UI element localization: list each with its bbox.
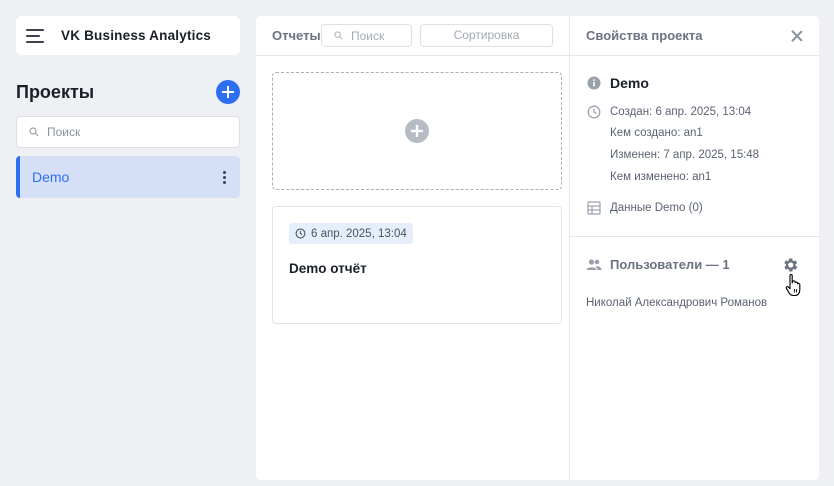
data-label[interactable]: Данные Demo (0) [610,202,703,214]
app-title: VK Business Analytics [61,28,212,43]
menu-icon[interactable] [26,28,46,43]
more-vertical-icon[interactable] [223,170,226,184]
users-title: Пользователи — 1 [610,257,730,272]
report-date: 6 апр. 2025, 13:04 [311,227,407,240]
reports-search-input[interactable] [351,28,411,43]
modified-by-row: Кем изменено: an1 [610,171,711,183]
reports-toolbar: Отчеты Сортировка [256,16,569,56]
created-row: Создан: 6 апр. 2025, 13:04 [586,105,751,119]
properties-header: Свойства проекта [570,16,819,56]
created-text: Создан: 6 апр. 2025, 13:04 [610,106,752,118]
project-name: Demo [610,75,649,91]
projects-header: Проекты [16,80,240,104]
projects-title: Проекты [16,81,95,102]
plus-icon [222,86,234,98]
new-report-button[interactable] [272,72,562,190]
reports-search [321,24,412,47]
report-date-badge: 6 апр. 2025, 13:04 [289,223,413,244]
reports-column: Отчеты Сортировка [256,16,569,480]
users-header: Пользователи — 1 [586,257,730,272]
report-name: Demo отчёт [289,261,367,276]
sort-select[interactable]: Сортировка [420,24,553,47]
created-by-text: Кем создано: an1 [610,127,703,139]
hand-cursor-icon [785,273,803,304]
project-item-demo[interactable]: Demo [16,156,240,198]
properties-title: Свойства проекта [586,28,703,43]
info-icon [587,76,601,90]
search-icon [334,31,343,40]
divider [570,236,820,237]
main-panel: Отчеты Сортировка [256,16,820,480]
clock-icon [295,228,306,239]
data-row: Данные Demo (0) [586,201,703,215]
app-header: VK Business Analytics [16,16,240,55]
report-card[interactable]: 6 апр. 2025, 13:04 Demo отчёт [272,206,562,324]
users-icon [586,258,602,270]
modified-row: Изменен: 7 апр. 2025, 15:48 [610,149,759,161]
project-properties: Свойства проекта Demo Создан: 6 апр. 202 [569,16,820,480]
projects-search-input[interactable] [47,125,217,139]
created-by-row: Кем создано: an1 [610,127,703,139]
project-item-label: Demo [32,169,70,185]
modified-text: Изменен: 7 апр. 2025, 15:48 [610,149,760,161]
search-icon [29,127,39,137]
user-item: Николай Александрович Романов [586,297,768,309]
plus-icon [405,119,429,143]
reports-title: Отчеты [272,28,321,43]
modified-by-text: Кем изменено: an1 [610,171,712,183]
project-name-row: Demo [586,75,649,91]
clock-icon [587,105,601,119]
add-project-button[interactable] [216,80,240,104]
close-icon[interactable] [791,30,803,42]
projects-search [16,116,240,148]
database-icon [587,201,601,215]
